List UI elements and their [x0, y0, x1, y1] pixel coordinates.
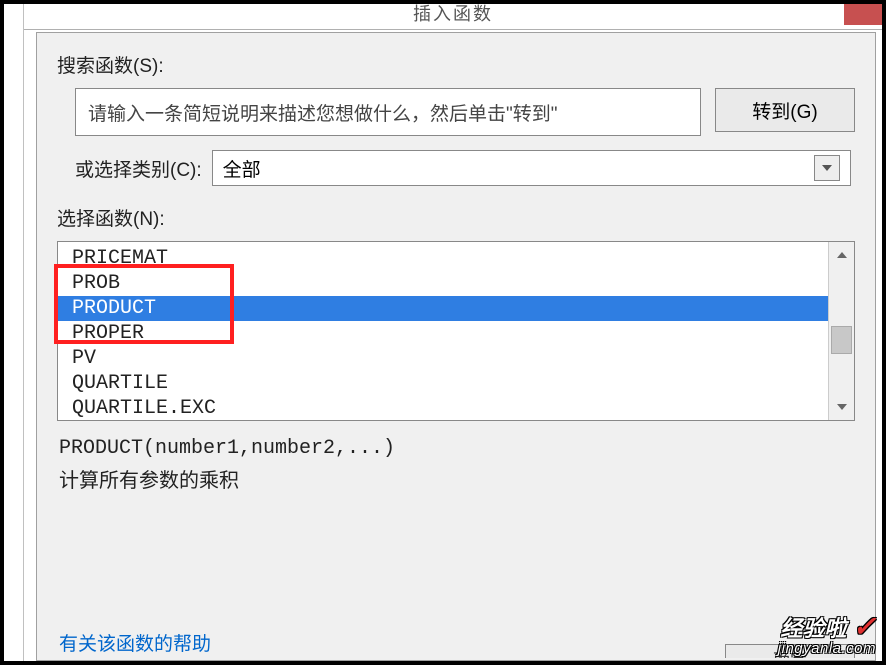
help-link[interactable]: 有关该函数的帮助: [57, 627, 213, 658]
scroll-track[interactable]: [829, 268, 854, 394]
left-gutter: [4, 4, 24, 661]
function-signature: PRODUCT(number1,number2,...): [57, 431, 855, 460]
list-item[interactable]: PROPER: [58, 321, 828, 346]
list-item[interactable]: PRODUCT: [58, 296, 828, 321]
scroll-up-icon[interactable]: [829, 242, 854, 268]
search-input[interactable]: 请输入一条简短说明来描述您想做什么，然后单击"转到": [75, 88, 701, 136]
function-list[interactable]: PRICEMAT PROB PRODUCT PROPER PV QUARTILE…: [57, 241, 855, 421]
category-select[interactable]: 全部: [212, 150, 851, 186]
list-item[interactable]: QUARTILE: [58, 371, 828, 396]
category-selected-value: 全部: [223, 155, 261, 182]
chevron-down-icon[interactable]: [814, 155, 840, 181]
dialog-body: 搜索函数(S): 请输入一条简短说明来描述您想做什么，然后单击"转到" 转到(G…: [36, 32, 876, 661]
scrollbar[interactable]: [828, 242, 854, 420]
list-item[interactable]: PRICEMAT: [58, 246, 828, 271]
category-label: 或选择类别(C):: [75, 155, 202, 182]
list-item[interactable]: PROB: [58, 271, 828, 296]
ok-button[interactable]: 确定: [725, 644, 855, 658]
list-item[interactable]: QUARTILE.EXC: [58, 396, 828, 420]
go-button[interactable]: 转到(G): [715, 88, 855, 132]
list-item[interactable]: PV: [58, 346, 828, 371]
scroll-thumb[interactable]: [831, 326, 852, 354]
function-description: 计算所有参数的乘积: [57, 460, 855, 573]
dialog-title: 插入函数: [24, 4, 882, 30]
select-function-label: 选择函数(N):: [57, 204, 855, 231]
scroll-down-icon[interactable]: [829, 394, 854, 420]
search-label: 搜索函数(S):: [57, 51, 855, 78]
